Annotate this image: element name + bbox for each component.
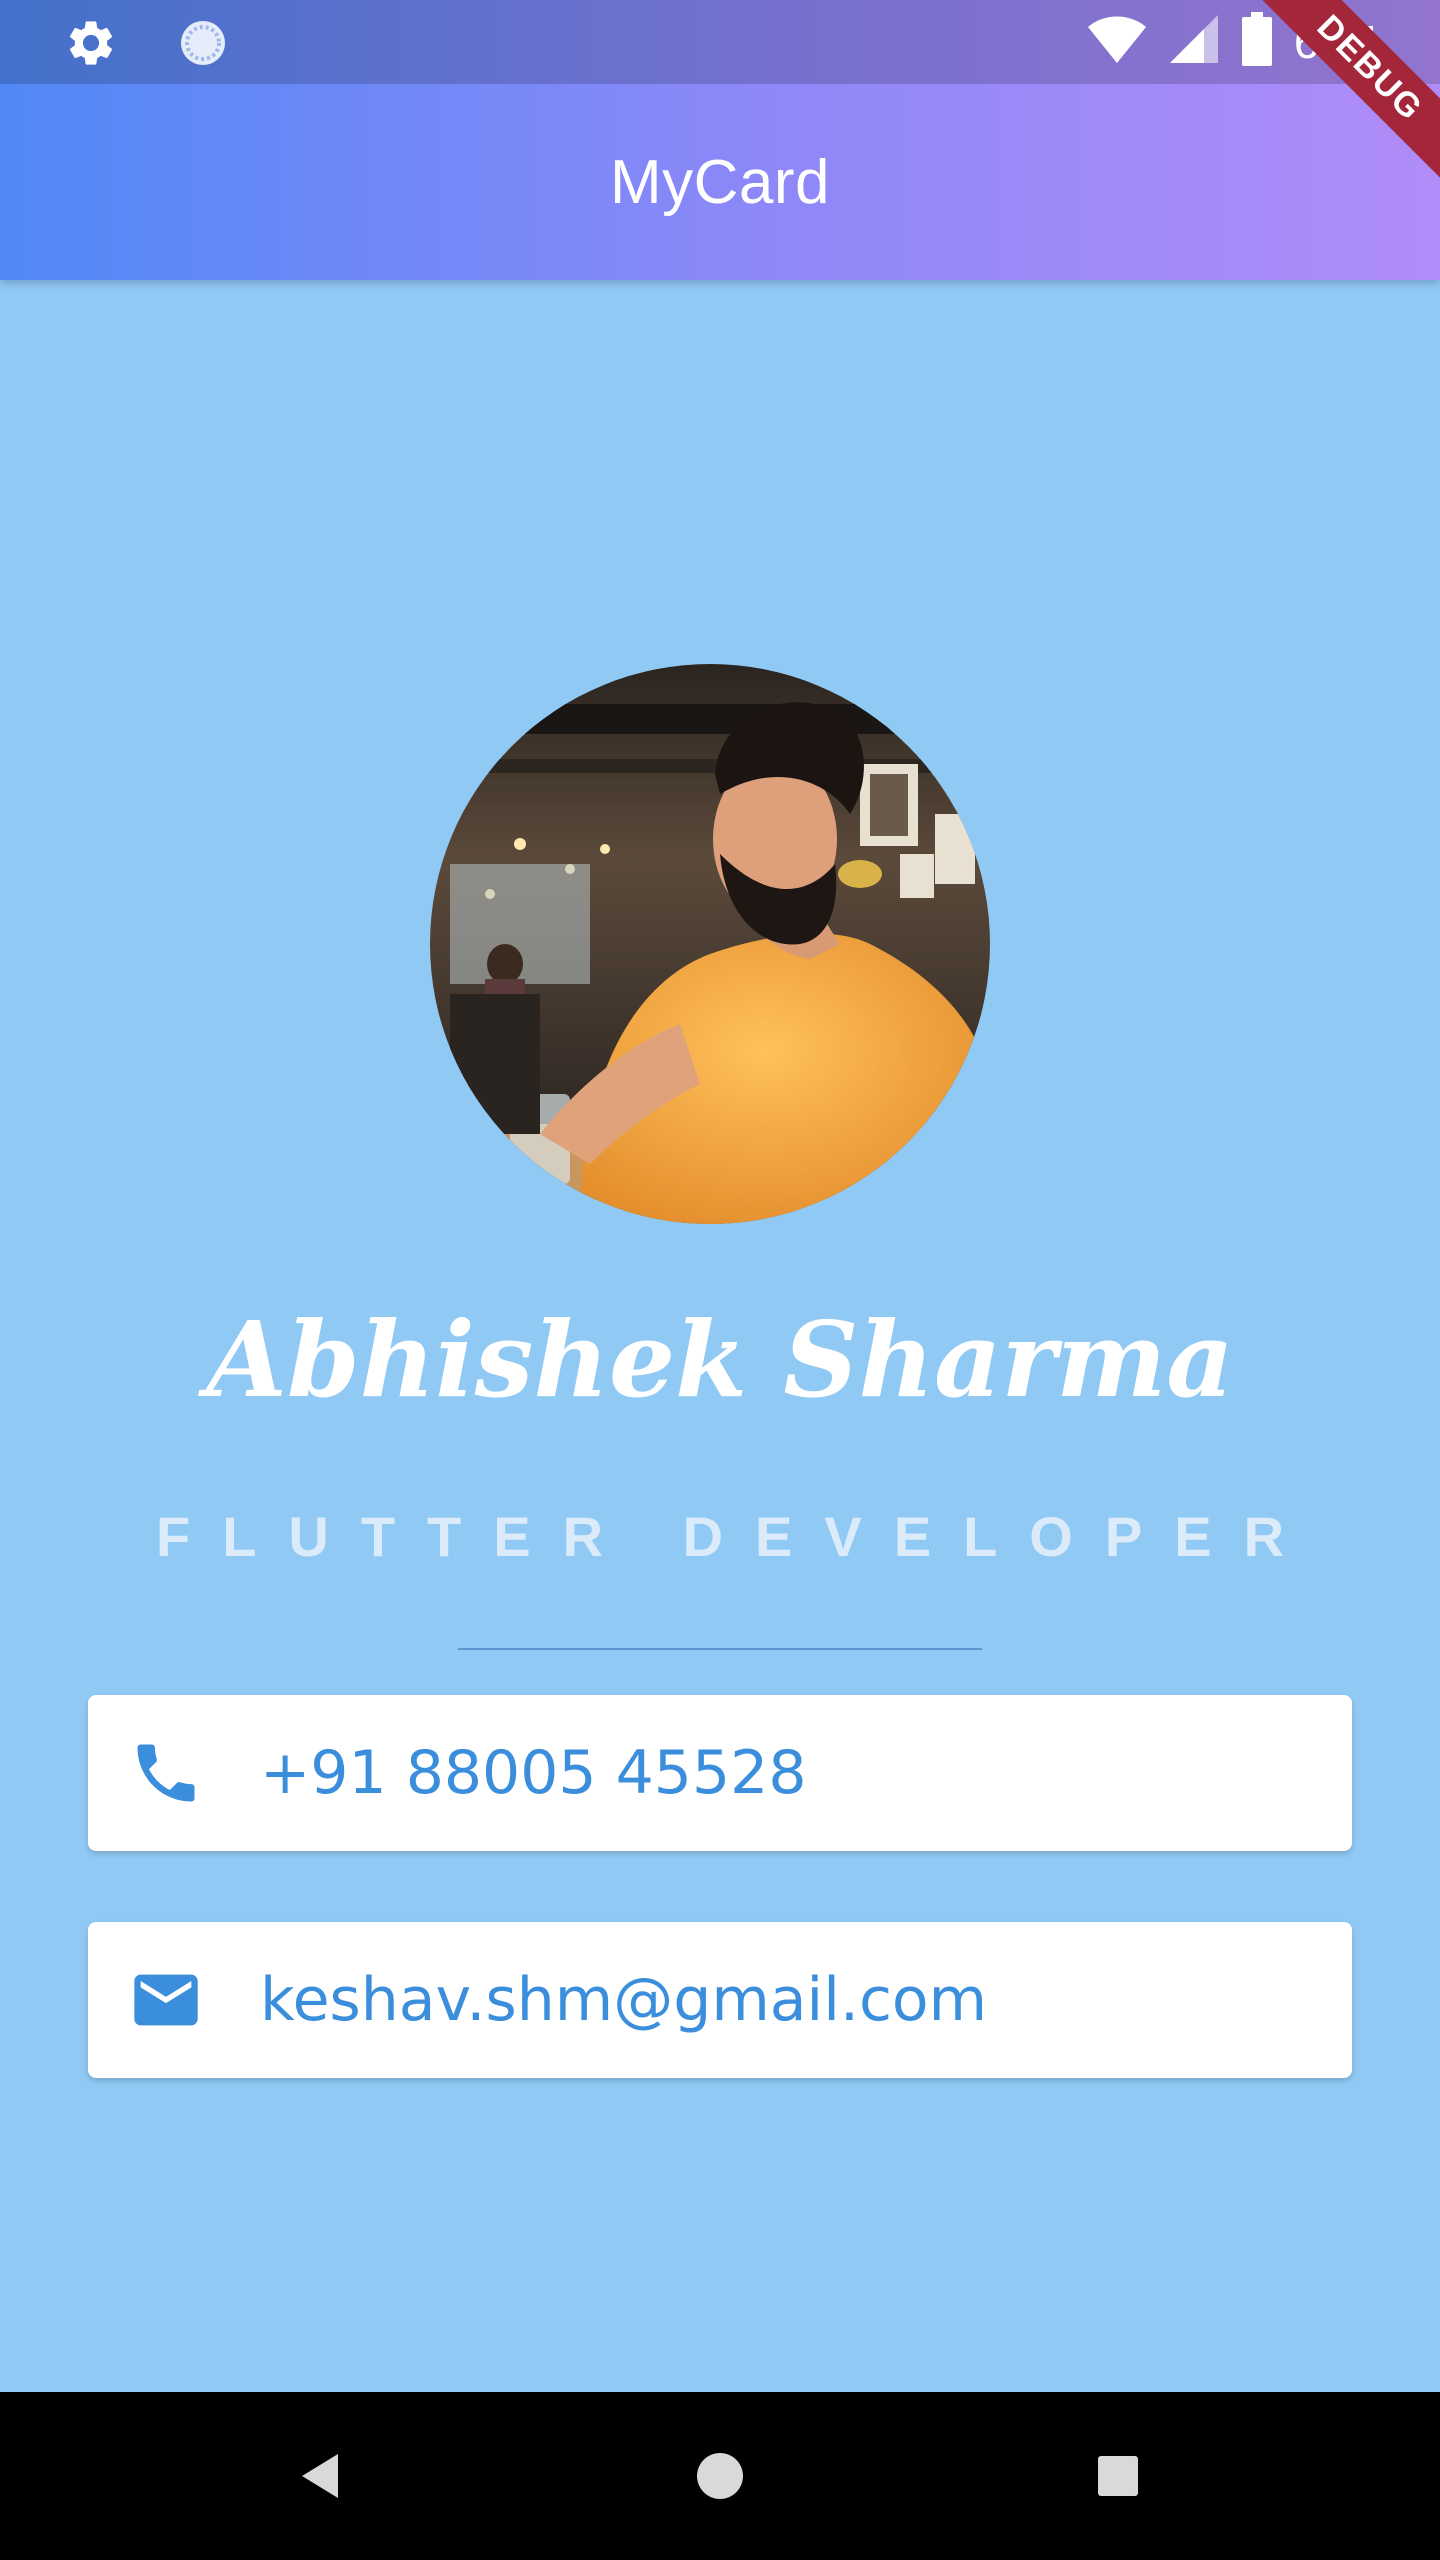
back-icon	[302, 2454, 338, 2498]
email-card[interactable]: keshav.shm@gmail.com	[88, 1922, 1352, 2078]
home-button[interactable]	[680, 2436, 760, 2516]
avatar-photo	[430, 664, 990, 1224]
top-header: 6:11 MyCard	[0, 0, 1440, 280]
navigation-bar	[0, 2392, 1440, 2560]
back-button[interactable]	[282, 2436, 362, 2516]
recents-button[interactable]	[1078, 2436, 1158, 2516]
app-title: MyCard	[609, 147, 831, 217]
mail-icon	[128, 1962, 204, 2038]
profile-title: FLUTTER DEVELOPER	[155, 1505, 1317, 1568]
profile-name: Abhishek Sharma	[206, 1298, 1234, 1421]
wifi-icon	[1086, 13, 1148, 70]
phone-number: +91 88005 45528	[260, 1738, 807, 1808]
sync-icon	[176, 16, 230, 75]
divider	[458, 1648, 982, 1650]
email-address: keshav.shm@gmail.com	[260, 1965, 988, 2035]
signal-icon	[1169, 13, 1220, 70]
phone-card[interactable]: +91 88005 45528	[88, 1695, 1352, 1851]
settings-icon	[64, 16, 118, 75]
status-bar-left	[64, 16, 230, 75]
recents-icon	[1098, 2456, 1138, 2496]
home-icon	[697, 2453, 743, 2499]
phone-icon	[128, 1735, 204, 1811]
app-bar: MyCard	[0, 84, 1440, 280]
status-bar: 6:11	[0, 0, 1440, 84]
profile-avatar	[430, 664, 990, 1224]
battery-icon	[1241, 12, 1272, 71]
